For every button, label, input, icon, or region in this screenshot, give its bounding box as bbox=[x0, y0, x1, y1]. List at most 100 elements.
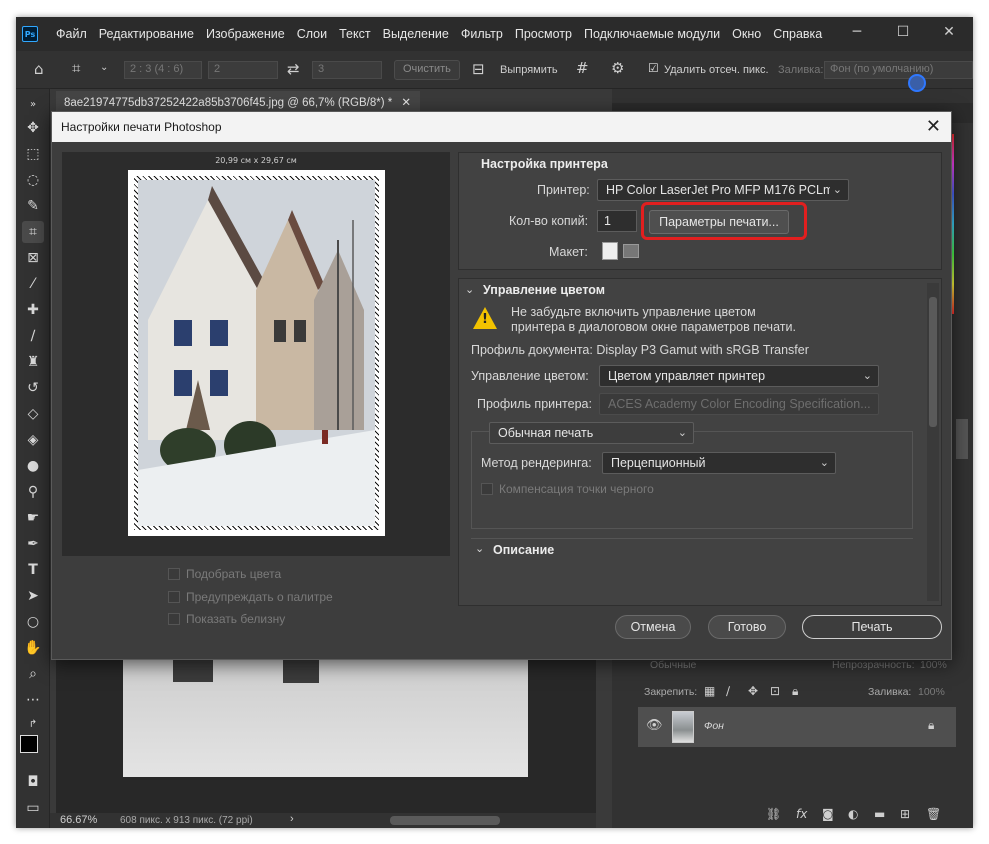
panel-scrollbar[interactable] bbox=[956, 419, 968, 459]
blend-mode-select[interactable]: Обычные bbox=[650, 659, 696, 671]
collapse-chevron-icon[interactable]: ⌄ bbox=[465, 283, 474, 296]
type-tool-icon[interactable]: T bbox=[22, 559, 44, 581]
dodge-tool-icon[interactable]: ⚲ bbox=[22, 481, 44, 503]
quick-select-icon[interactable]: ✎ bbox=[22, 195, 44, 217]
chevron-down-icon[interactable]: ⌄ bbox=[100, 63, 108, 73]
cancel-button[interactable]: Отмена bbox=[615, 615, 691, 639]
crop-width-input[interactable]: 2 bbox=[208, 61, 278, 79]
pen-tool-icon[interactable]: ✒ bbox=[22, 533, 44, 555]
color-handling-select[interactable]: Цветом управляет принтер ⌄ bbox=[599, 365, 879, 387]
checkbox-box[interactable] bbox=[168, 613, 180, 625]
opacity-value[interactable]: 100% bbox=[920, 659, 947, 671]
fx-icon[interactable]: fx bbox=[796, 808, 807, 820]
document-tab[interactable]: 8ae21974775db37252422a85b3706f45.jpg @ 6… bbox=[56, 91, 420, 113]
stamp-tool-icon[interactable]: ♜ bbox=[22, 351, 44, 373]
menu-layers[interactable]: Слои bbox=[291, 27, 333, 41]
zoom-tool-icon[interactable]: ⌕ bbox=[22, 663, 44, 685]
visibility-eye-icon[interactable]: 👁︎ bbox=[646, 719, 663, 732]
ratio-select[interactable]: 2 : 3 (4 : 6) bbox=[124, 61, 202, 79]
clear-button[interactable]: Очистить bbox=[394, 60, 460, 80]
path-select-icon[interactable]: ➤ bbox=[22, 585, 44, 607]
foreground-color-swatch[interactable] bbox=[20, 735, 38, 753]
fill-value[interactable]: 100% bbox=[918, 686, 945, 698]
printer-profile-select[interactable]: ACES Academy Color Encoding Specificatio… bbox=[599, 393, 879, 415]
grid-overlay-icon[interactable]: # bbox=[576, 61, 589, 76]
lasso-tool-icon[interactable]: ◌ bbox=[22, 169, 44, 191]
smudge-icon[interactable]: ☛ bbox=[22, 507, 44, 529]
menu-window[interactable]: Окно bbox=[726, 27, 767, 41]
show-paper-white-checkbox[interactable]: Показать белизну bbox=[168, 612, 285, 626]
lock-paint-icon[interactable]: ∕ bbox=[726, 685, 730, 697]
straighten-icon[interactable]: ⊟ bbox=[472, 62, 485, 77]
swap-colors-icon[interactable]: ↱ bbox=[22, 713, 44, 735]
lock-all-icon[interactable]: 🔒︎ bbox=[792, 685, 798, 697]
print-button[interactable]: Печать bbox=[802, 615, 942, 639]
menu-image[interactable]: Изображение bbox=[200, 27, 291, 41]
home-icon[interactable]: ⌂ bbox=[34, 62, 44, 77]
menu-type[interactable]: Текст bbox=[333, 27, 376, 41]
print-mode-select[interactable]: Обычная печать ⌄ bbox=[489, 422, 694, 444]
black-point-checkbox[interactable]: Компенсация точки черного bbox=[481, 482, 654, 496]
eraser-icon[interactable]: ◇ bbox=[22, 403, 44, 425]
link-layers-icon[interactable]: ⛓ bbox=[766, 808, 781, 820]
crop-tool-icon[interactable]: ⌗ bbox=[22, 221, 44, 243]
paint-bucket-icon[interactable]: ◈ bbox=[22, 429, 44, 451]
brush-tool-icon[interactable]: ∕ bbox=[22, 325, 44, 347]
quick-mask-icon[interactable]: ◘ bbox=[22, 771, 44, 793]
copies-input[interactable]: 1 bbox=[597, 210, 637, 232]
rendering-intent-select[interactable]: Перцепционный ⌄ bbox=[602, 452, 836, 474]
collapse-icon[interactable]: » bbox=[22, 93, 44, 115]
lock-pixels-icon[interactable]: ▦ bbox=[704, 685, 715, 697]
close-tab-icon[interactable]: ✕ bbox=[401, 97, 411, 109]
blur-tool-icon[interactable]: ● bbox=[22, 455, 44, 477]
maximize-icon[interactable]: ☐ bbox=[880, 17, 926, 47]
marquee-tool-icon[interactable]: ⬚ bbox=[22, 143, 44, 165]
new-layer-icon[interactable]: ⊞ bbox=[900, 808, 910, 820]
crop-tool-icon[interactable]: ⌗ bbox=[72, 61, 80, 76]
menu-edit[interactable]: Редактирование bbox=[93, 27, 200, 41]
lock-artboard-icon[interactable]: ⊡ bbox=[770, 685, 780, 697]
move-tool-icon[interactable]: ✥ bbox=[22, 117, 44, 139]
menu-filter[interactable]: Фильтр bbox=[455, 27, 509, 41]
eyedropper-icon[interactable]: ⁄ bbox=[22, 273, 44, 295]
shape-tool-icon[interactable]: ○ bbox=[22, 611, 44, 633]
checkbox-box[interactable] bbox=[168, 591, 180, 603]
healing-brush-icon[interactable]: ✚ bbox=[22, 299, 44, 321]
menu-file[interactable]: Файл bbox=[50, 27, 93, 41]
menu-help[interactable]: Справка bbox=[767, 27, 828, 41]
adjustment-icon[interactable]: ◐ bbox=[848, 808, 858, 820]
swap-icon[interactable]: ⇄ bbox=[287, 62, 300, 77]
checkbox-box[interactable] bbox=[168, 568, 180, 580]
vertical-scrollbar[interactable] bbox=[927, 283, 939, 601]
delete-cropped-checkbox[interactable]: ☑ bbox=[648, 62, 659, 74]
trash-icon[interactable]: 🗑︎ bbox=[926, 808, 941, 820]
crop-height-input[interactable]: 3 bbox=[312, 61, 382, 79]
more-tools-icon[interactable]: ⋯ bbox=[22, 689, 44, 711]
lock-move-icon[interactable]: ✥ bbox=[748, 685, 758, 697]
hand-tool-icon[interactable]: ✋ bbox=[22, 637, 44, 659]
screen-mode-icon[interactable]: ▭ bbox=[22, 797, 44, 819]
done-button[interactable]: Готово bbox=[708, 615, 786, 639]
frame-tool-icon[interactable]: ⊠ bbox=[22, 247, 44, 269]
scrollbar-thumb[interactable] bbox=[929, 297, 937, 427]
close-icon[interactable]: ✕ bbox=[926, 116, 941, 137]
landscape-layout-icon[interactable] bbox=[623, 244, 639, 258]
menu-plugins[interactable]: Подключаемые модули bbox=[578, 27, 726, 41]
mask-icon[interactable]: ◙ bbox=[822, 808, 834, 820]
folder-icon[interactable]: ▬ bbox=[874, 808, 885, 820]
history-brush-icon[interactable]: ↺ bbox=[22, 377, 44, 399]
menu-view[interactable]: Просмотр bbox=[509, 27, 578, 41]
layer-name[interactable]: Фон bbox=[704, 720, 724, 732]
close-window-icon[interactable]: ✕ bbox=[926, 17, 972, 47]
horizontal-scrollbar[interactable] bbox=[390, 816, 500, 825]
portrait-layout-icon[interactable] bbox=[602, 242, 618, 260]
gear-icon[interactable]: ⚙ bbox=[611, 61, 624, 76]
collapse-chevron-icon[interactable]: ⌄ bbox=[475, 542, 484, 555]
printer-select[interactable]: HP Color LaserJet Pro MFP M176 PCLmS ⌄ bbox=[597, 179, 849, 201]
chevron-right-icon[interactable]: › bbox=[290, 813, 294, 825]
layer-row[interactable]: 👁︎ Фон 🔒︎ bbox=[638, 707, 956, 747]
minimize-icon[interactable]: ─ bbox=[834, 17, 880, 47]
checkbox-box[interactable] bbox=[481, 483, 493, 495]
match-colors-checkbox[interactable]: Подобрать цвета bbox=[168, 567, 281, 581]
gamut-warning-checkbox[interactable]: Предупреждать о палитре bbox=[168, 590, 333, 604]
